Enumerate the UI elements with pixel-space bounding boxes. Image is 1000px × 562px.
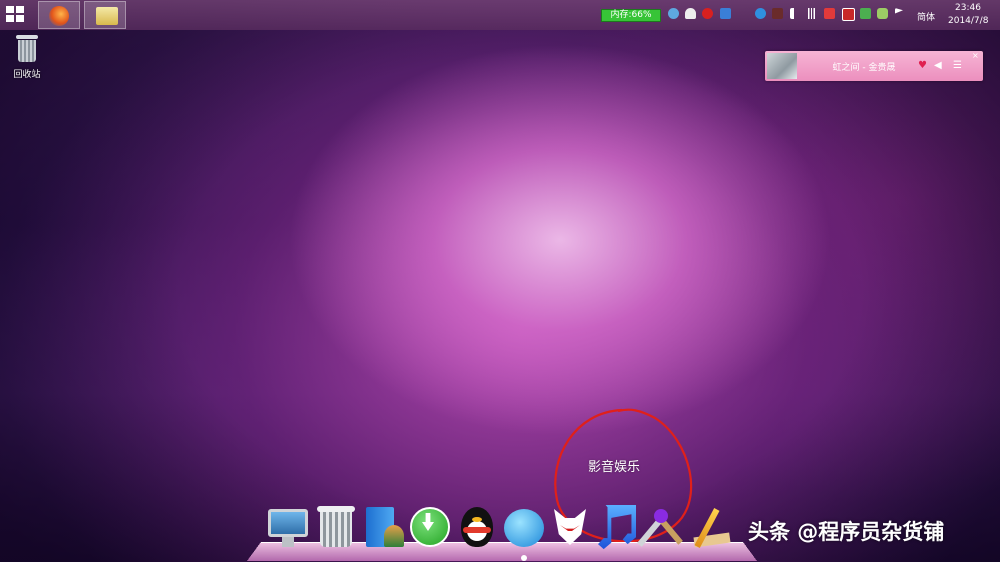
dock-music-app[interactable]: [594, 505, 638, 551]
red-annotation-circle: [554, 408, 693, 543]
entertainment-folder-label: 影音娱乐: [588, 460, 641, 475]
music-note-icon: [598, 505, 636, 550]
dock-design-app[interactable]: [688, 505, 732, 551]
dock-browser-app[interactable]: [502, 505, 546, 551]
dock-tools-app[interactable]: [637, 505, 684, 551]
dock-running-indicator: [521, 555, 527, 561]
watermark-text: 头条 @程序员杂货铺: [748, 520, 945, 544]
browser-icon: [504, 509, 544, 547]
dock-qq-app[interactable]: [455, 505, 499, 551]
monitor-icon: [268, 509, 308, 537]
dock-download-app[interactable]: [408, 505, 452, 551]
trash-icon: [320, 509, 352, 547]
dock-folder-app[interactable]: [362, 505, 406, 551]
dock-trash-app[interactable]: [314, 505, 358, 551]
dock-fox-app[interactable]: [548, 505, 592, 551]
dock-monitor-app[interactable]: [266, 505, 310, 551]
fox-icon: [554, 509, 586, 545]
